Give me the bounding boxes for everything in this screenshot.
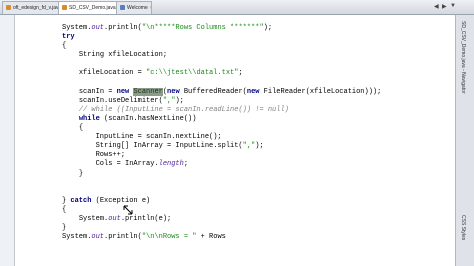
scroll-tabs-right-icon[interactable]: ▶ <box>442 3 447 10</box>
code-line: while (scanIn.hasNextLine()) <box>78 114 197 123</box>
code-line: { <box>78 124 84 133</box>
tab-java-file-1[interactable]: oft_edesign_fd_v.java× <box>2 1 62 14</box>
code-line: System.out.println("\n*****Rows Columns … <box>62 24 273 32</box>
navigator-tab[interactable]: SD_CSV_Demo.java - Navigator <box>460 21 466 94</box>
tab-list-dropdown-icon[interactable]: ▼ <box>450 3 456 9</box>
code-line: } <box>62 224 67 233</box>
code-line: String[] InArray = InputLine.split(","); <box>95 142 264 151</box>
code-line: try <box>62 33 75 42</box>
code-line: // while ((InputLine = scanIn.readLine()… <box>78 105 289 114</box>
close-icon[interactable]: × <box>150 5 151 11</box>
tab-label: SD_CSV_Demo.java <box>69 5 116 11</box>
code-line: } catch (Exception e) <box>62 196 151 205</box>
tab-sd-csv-demo[interactable]: SD_CSV_Demo.java× <box>58 1 120 14</box>
code-line: xfileLocation = "c:\\jtest\\datal.txt"; <box>78 69 243 78</box>
code-line: scanIn.useDelimiter(","); <box>78 96 184 105</box>
scroll-tabs-left-icon[interactable]: ◀ <box>434 3 439 10</box>
java-file-icon <box>6 5 11 11</box>
code-line: System.out.println(e); <box>78 214 172 223</box>
line-gutter <box>0 15 15 266</box>
css-styles-tab[interactable]: CSS Styles <box>460 215 466 240</box>
code-editor[interactable]: System.out.println("\n*****Rows Columns … <box>0 15 455 266</box>
tab-welcome[interactable]: Welcome× <box>116 1 152 14</box>
mouse-cursor-icon <box>123 205 133 215</box>
welcome-icon <box>120 5 125 11</box>
source-code[interactable]: System.out.println("\n*****Rows Columns … <box>62 24 381 242</box>
code-line: String xfileLocation; <box>78 51 168 60</box>
code-line: System.out.println("\n\nRows = " + Rows <box>62 233 226 242</box>
code-line: { <box>62 42 67 51</box>
tab-label: oft_edesign_fd_v.java <box>13 5 62 11</box>
tab-label: Welcome <box>127 5 148 11</box>
selected-text: Scanner <box>133 87 163 96</box>
code-line: InputLine = scanIn.nextLine(); <box>95 133 222 142</box>
editor-tab-bar: oft_edesign_fd_v.java× SD_CSV_Demo.java×… <box>0 0 474 15</box>
side-panel: SD_CSV_Demo.java - Navigator CSS Styles <box>455 15 474 266</box>
code-line: scanIn = new Scanner(new BufferedReader(… <box>78 87 382 96</box>
code-line: Rows++; <box>95 151 126 160</box>
code-line: Cols = InArray.length; <box>95 160 189 169</box>
java-file-icon <box>62 5 67 11</box>
code-line: { <box>62 205 67 214</box>
code-line: } <box>78 169 84 178</box>
